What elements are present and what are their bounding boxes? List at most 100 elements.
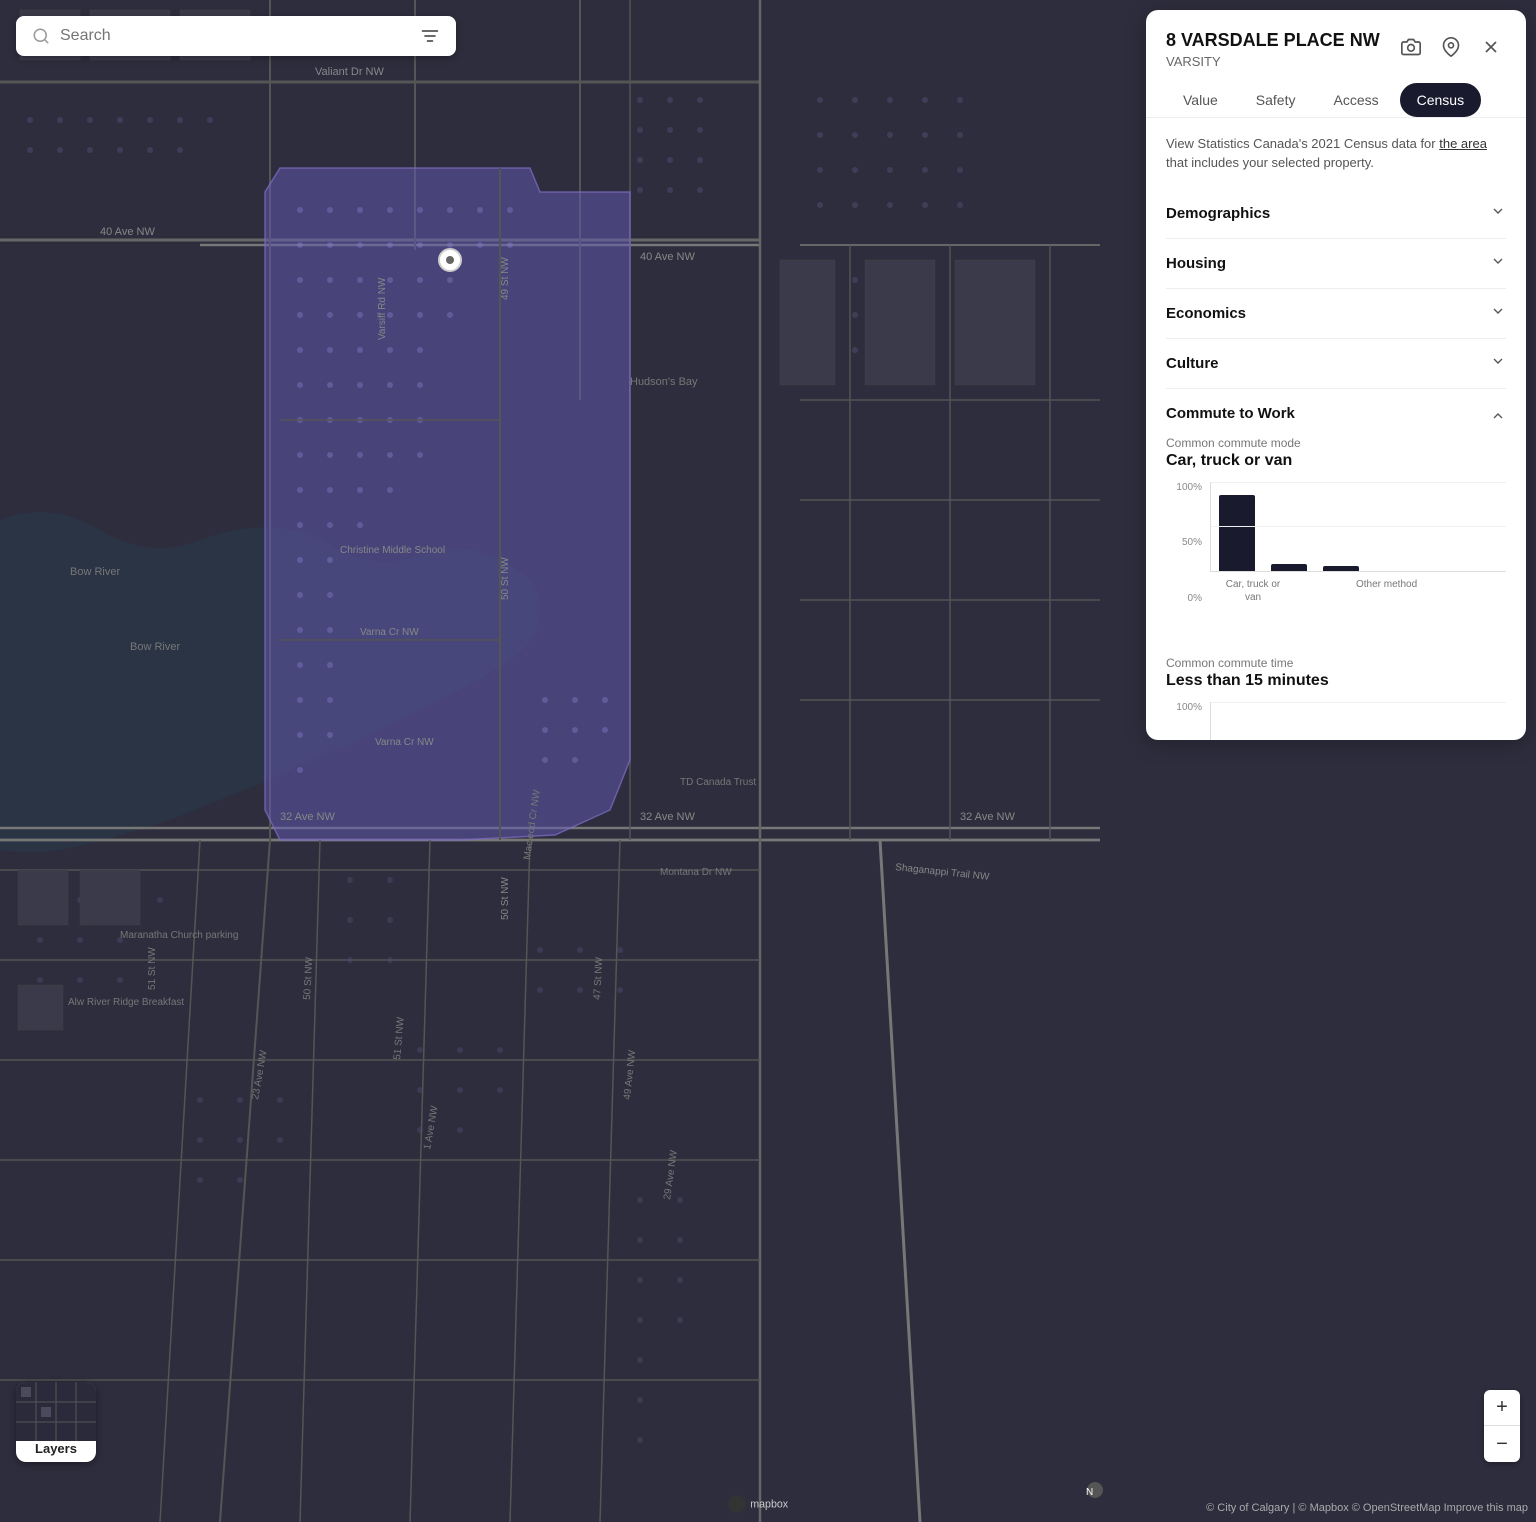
svg-text:Alw River Ridge Breakfast: Alw River Ridge Breakfast <box>68 997 184 1008</box>
svg-text:mapbox: mapbox <box>750 1499 789 1511</box>
demographics-chevron <box>1490 203 1506 224</box>
search-bar <box>16 16 456 56</box>
search-input[interactable] <box>60 27 410 45</box>
svg-text:Christine Middle School: Christine Middle School <box>340 545 445 556</box>
y-label-100-time: 100% <box>1176 702 1202 713</box>
accordion-commute-header[interactable]: Commute to Work <box>1166 403 1506 424</box>
location-button[interactable] <box>1436 32 1466 62</box>
accordion-culture: Culture <box>1166 339 1506 389</box>
panel-neighborhood: VARSITY <box>1166 54 1396 69</box>
commute-time-label: Common commute time <box>1166 656 1506 670</box>
svg-text:Bow River: Bow River <box>130 641 180 653</box>
svg-text:N: N <box>1086 1487 1093 1498</box>
commute-content: Common commute mode Car, truck or van 10… <box>1166 424 1506 740</box>
property-panel: 8 VARSDALE PLACE NW VARSITY <box>1146 10 1526 740</box>
svg-text:49 St NW: 49 St NW <box>500 257 511 300</box>
svg-text:40 Ave NW: 40 Ave NW <box>100 226 155 238</box>
accordion-demographics-header[interactable]: Demographics <box>1166 203 1506 224</box>
accordion-economics-header[interactable]: Economics <box>1166 303 1506 324</box>
camera-icon <box>1401 37 1421 57</box>
location-icon <box>1441 37 1461 57</box>
time-bars-area <box>1210 702 1506 740</box>
mapbox-logo: mapbox <box>728 1494 808 1514</box>
commute-mode-chart: 100% 50% 0% <box>1166 482 1506 636</box>
commute-time-value: Less than 15 minutes <box>1166 672 1506 690</box>
tab-safety[interactable]: Safety <box>1239 83 1313 117</box>
bar-other1 <box>1271 564 1307 571</box>
panel-address: 8 VARSDALE PLACE NW <box>1166 30 1396 52</box>
y-label-50-mode: 50% <box>1182 537 1202 548</box>
commute-mode-value: Car, truck or van <box>1166 452 1506 470</box>
x-label-other: Other method <box>1356 578 1417 604</box>
tab-census[interactable]: Census <box>1400 83 1481 117</box>
accordion-culture-header[interactable]: Culture <box>1166 353 1506 374</box>
accordion-demographics: Demographics <box>1166 189 1506 239</box>
bar-group-other1 <box>1271 564 1307 571</box>
svg-text:Maranatha Church parking: Maranatha Church parking <box>120 930 238 941</box>
map-copyright: © City of Calgary | © Mapbox © OpenStree… <box>1206 1502 1528 1514</box>
zoom-controls: + − <box>1484 1390 1520 1462</box>
svg-text:32 Ave NW: 32 Ave NW <box>640 811 695 823</box>
demographics-title: Demographics <box>1166 205 1270 222</box>
culture-chevron <box>1490 353 1506 374</box>
svg-text:Hudson's Bay: Hudson's Bay <box>630 376 698 388</box>
svg-text:47 St NW: 47 St NW <box>592 956 605 1000</box>
accordion-economics: Economics <box>1166 289 1506 339</box>
housing-title: Housing <box>1166 255 1226 272</box>
svg-text:50 St NW: 50 St NW <box>500 557 511 600</box>
svg-text:Valiant Dr NW: Valiant Dr NW <box>315 66 384 78</box>
svg-text:TD Canada Trust: TD Canada Trust <box>680 777 756 788</box>
svg-text:Varsiff Rd NW: Varsiff Rd NW <box>377 277 388 340</box>
x-label-spacer <box>1304 578 1340 604</box>
y-label-100-mode: 100% <box>1176 482 1202 493</box>
bar-other2 <box>1323 566 1359 571</box>
mapbox-attribution: mapbox <box>728 1494 808 1514</box>
svg-text:40 Ave NW: 40 Ave NW <box>640 251 695 263</box>
close-button[interactable] <box>1476 32 1506 62</box>
commute-title: Commute to Work <box>1166 405 1295 422</box>
svg-text:32 Ave NW: 32 Ave NW <box>280 811 335 823</box>
culture-title: Culture <box>1166 355 1219 372</box>
bar-group-car <box>1219 495 1255 571</box>
economics-title: Economics <box>1166 305 1246 322</box>
commute-time-chart: 100% 50% 0% <box>1166 702 1506 740</box>
the-area-link[interactable]: the area <box>1439 136 1487 151</box>
panel-title-section: 8 VARSDALE PLACE NW VARSITY <box>1166 30 1396 69</box>
svg-text:51 St NW: 51 St NW <box>147 947 158 990</box>
accordion-housing: Housing <box>1166 239 1506 289</box>
commute-mode-section: Common commute mode Car, truck or van 10… <box>1166 436 1506 636</box>
bar-car <box>1219 495 1255 571</box>
census-description: View Statistics Canada's 2021 Census dat… <box>1166 134 1506 173</box>
svg-text:50 St NW: 50 St NW <box>302 956 315 1000</box>
map-marker <box>438 248 462 272</box>
zoom-in-button[interactable]: + <box>1484 1390 1520 1426</box>
layers-label: Layers <box>35 1441 77 1456</box>
panel-tabs: Value Safety Access Census <box>1146 69 1526 118</box>
mode-x-labels: Car, truck or van Other method <box>1210 574 1506 604</box>
x-label-car: Car, truck or van <box>1218 578 1288 604</box>
filter-icon[interactable] <box>420 26 440 46</box>
layers-button[interactable]: Layers <box>16 1382 96 1462</box>
mode-bars-area <box>1210 482 1506 572</box>
svg-text:32 Ave NW: 32 Ave NW <box>960 811 1015 823</box>
housing-chevron <box>1490 253 1506 274</box>
camera-button[interactable] <box>1396 32 1426 62</box>
y-label-0-mode: 0% <box>1188 593 1202 604</box>
panel-header: 8 VARSDALE PLACE NW VARSITY <box>1146 10 1526 69</box>
svg-text:Varna Cr NW: Varna Cr NW <box>360 627 419 638</box>
panel-actions <box>1396 32 1506 62</box>
search-icon <box>32 27 50 45</box>
svg-text:Bow River: Bow River <box>70 566 120 578</box>
svg-text:Varna Cr NW: Varna Cr NW <box>375 737 434 748</box>
commute-chevron <box>1490 403 1506 424</box>
tab-value[interactable]: Value <box>1166 83 1235 117</box>
panel-body: View Statistics Canada's 2021 Census dat… <box>1146 118 1526 740</box>
commute-mode-label: Common commute mode <box>1166 436 1506 450</box>
zoom-out-button[interactable]: − <box>1484 1426 1520 1462</box>
layers-thumbnail <box>16 1382 96 1441</box>
tab-access[interactable]: Access <box>1316 83 1395 117</box>
accordion-commute: Commute to Work Common commute mode Car,… <box>1166 389 1506 740</box>
accordion-housing-header[interactable]: Housing <box>1166 253 1506 274</box>
economics-chevron <box>1490 303 1506 324</box>
svg-text:Montana Dr NW: Montana Dr NW <box>660 867 732 878</box>
